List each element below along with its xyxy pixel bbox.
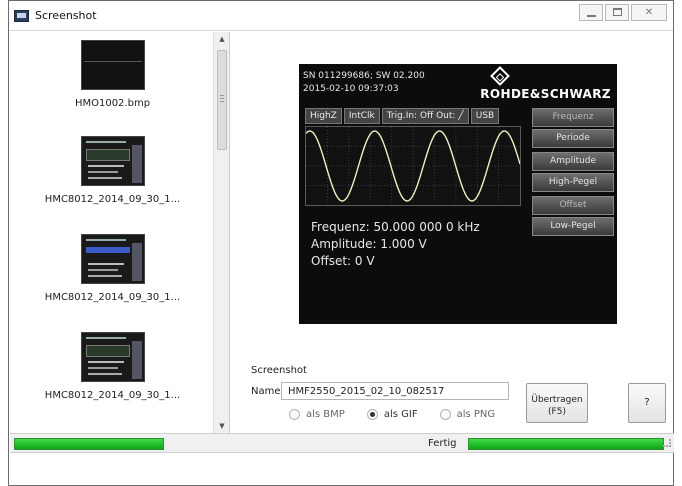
file-list-pane[interactable]: HMO1002.bmp HMC8012_2014_09_30_1... HMC8…: [10, 32, 230, 433]
file-thumbnail: [80, 234, 145, 284]
file-list-scrollbar[interactable]: ▲ ▼: [213, 32, 229, 433]
form-title: Screenshot: [251, 365, 307, 376]
tab-intclk: IntClk: [343, 108, 380, 124]
title-bar[interactable]: Screenshot ✕: [9, 1, 673, 31]
radio-label: als GIF: [383, 409, 418, 420]
rohde-schwarz-logo-icon: [490, 66, 510, 86]
transfer-button[interactable]: Übertragen (F5): [526, 383, 588, 423]
app-icon: [14, 10, 29, 22]
file-name: HMC8012_2014_09_30_1...: [44, 194, 181, 205]
close-icon: ✕: [644, 7, 654, 18]
file-list-item[interactable]: HMC8012_2014_09_30_1...: [10, 234, 215, 303]
softkey-amplitude: Amplitude: [532, 152, 614, 171]
transfer-button-label: Übertragen: [531, 394, 583, 405]
file-thumbnail: [80, 332, 145, 382]
file-name: HMC8012_2014_09_30_1...: [44, 292, 181, 303]
file-list-item[interactable]: HMC8012_2014_09_30_1...: [10, 332, 215, 401]
status-tabs: HighZ IntClk Trig.In: Off Out: ╱ USB: [305, 108, 500, 124]
softkey-periode: Periode: [532, 129, 614, 148]
brand-label: ROHDE&SCHWARZ: [480, 87, 611, 101]
maximize-icon: [613, 8, 622, 16]
radio-bmp[interactable]: als BMP: [289, 409, 345, 420]
serial-software-line: SN 011299686; SW 02.200: [303, 71, 425, 81]
scroll-up-icon[interactable]: ▲: [214, 32, 229, 46]
tab-usb: USB: [470, 108, 500, 124]
radio-label: als PNG: [456, 409, 496, 420]
minimize-button[interactable]: [579, 4, 603, 21]
amplitude-readout: Amplitude: 1.000 V: [311, 237, 427, 251]
radio-label: als BMP: [306, 409, 345, 420]
radio-indicator[interactable]: [366, 409, 378, 420]
window-controls: ✕: [579, 4, 667, 21]
softkey-low-pegel: Low-Pegel: [532, 217, 614, 236]
file-list-item[interactable]: HMO1002.bmp: [10, 40, 215, 109]
radio-indicator[interactable]: [289, 409, 300, 420]
close-button[interactable]: ✕: [631, 4, 667, 21]
offset-readout: Offset: 0 V: [311, 254, 375, 268]
sine-waveform: [305, 127, 521, 205]
tab-highz: HighZ: [305, 108, 342, 124]
date-time-line: 2015-02-10 09:37:03: [303, 84, 399, 94]
transfer-button-shortcut: (F5): [548, 406, 566, 417]
file-list-item[interactable]: HMC8012_2014_09_30_1...: [10, 136, 215, 205]
scrollbar-thumb[interactable]: [217, 50, 227, 150]
radio-indicator[interactable]: [439, 409, 451, 420]
softkey-frequenz: Frequenz: [532, 108, 614, 127]
maximize-button[interactable]: [605, 4, 629, 21]
softkey-high-pegel: High-Pegel: [532, 173, 614, 192]
screenshot-window: Screenshot ✕ HMO1002.bmp HMC8012_2014_09…: [8, 0, 674, 486]
file-thumbnail: [80, 40, 145, 90]
softkey-column: Frequenz Periode Amplitude High-Pegel Of…: [532, 108, 614, 238]
resize-grip-icon[interactable]: [663, 439, 671, 447]
name-input[interactable]: [281, 382, 509, 400]
scroll-down-icon[interactable]: ▼: [214, 419, 229, 433]
file-name: HMC8012_2014_09_30_1...: [44, 390, 181, 401]
format-options: als BMP als GIF als PNG: [289, 409, 495, 420]
frequency-readout: Frequenz: 50.000 000 0 kHz: [311, 220, 480, 234]
screenshot-preview: SN 011299686; SW 02.200 2015-02-10 09:37…: [299, 64, 617, 324]
radio-png[interactable]: als PNG: [439, 409, 496, 420]
tab-trigger: Trig.In: Off Out: ╱: [381, 108, 469, 124]
progress-bar-right: [468, 438, 664, 450]
file-name: HMO1002.bmp: [74, 98, 151, 109]
progress-bar-left: [14, 438, 164, 450]
status-text: Fertig: [428, 438, 457, 449]
file-thumbnail: [80, 136, 145, 186]
window-title: Screenshot: [35, 9, 97, 22]
help-button[interactable]: ?: [628, 383, 666, 423]
waveform-display: [305, 126, 521, 206]
minimize-icon: [587, 15, 596, 17]
softkey-offset: Offset: [532, 196, 614, 215]
status-bar: Fertig: [10, 433, 674, 453]
radio-gif[interactable]: als GIF: [366, 409, 418, 420]
name-label: Name: [251, 386, 281, 397]
preview-pane: SN 011299686; SW 02.200 2015-02-10 09:37…: [231, 32, 673, 433]
